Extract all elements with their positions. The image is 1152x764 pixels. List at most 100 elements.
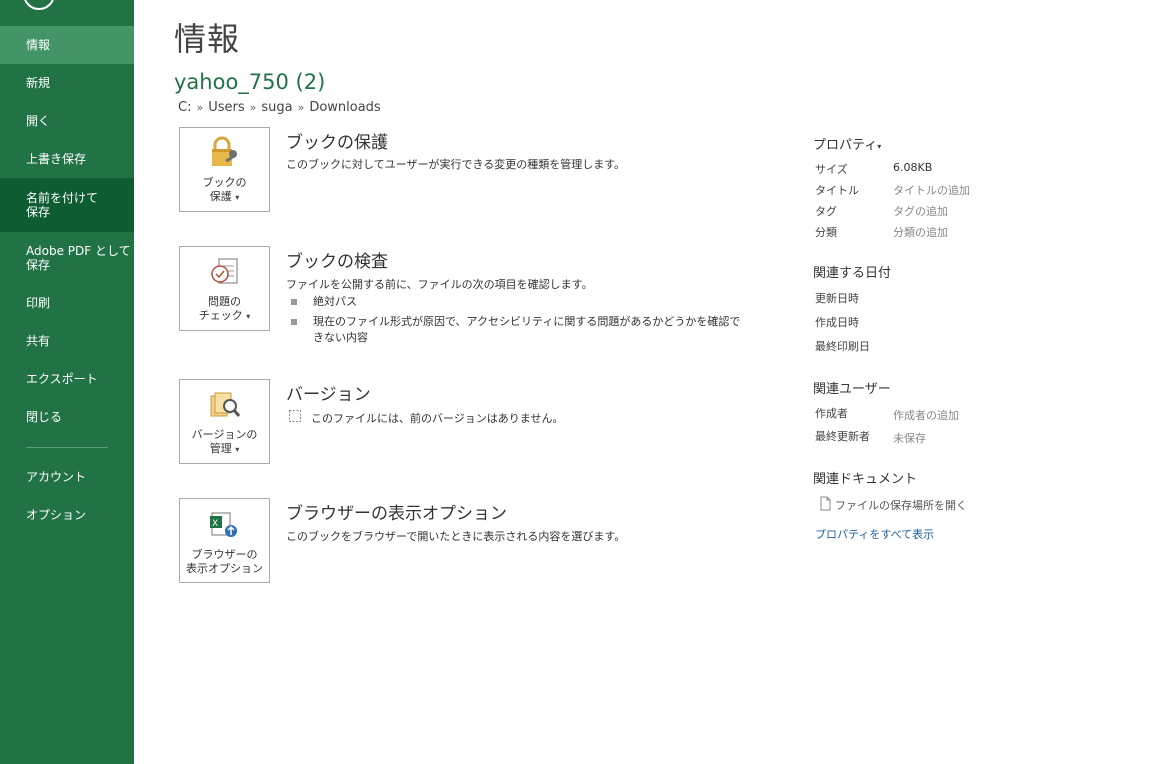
checklist-icon [209,257,241,291]
properties-heading: プロパティ [813,138,878,153]
versions-description: このファイルには、前のバージョンはありません。 [311,411,564,425]
breadcrumb-item[interactable]: Downloads [309,100,380,115]
nav-info-label: 情報 [26,38,51,52]
nav-save-as-label: 名前を付けて 保存 [26,191,99,219]
nav-save-adobe-pdf-label: Adobe PDF として 保存 [26,244,131,272]
protect-workbook-description: このブックに対してユーザーが実行できる変更の種類を管理します。 [286,158,626,171]
breadcrumb-item[interactable]: suga [261,100,292,115]
property-label: タグ [815,205,837,218]
nav-share[interactable]: 共有 [0,322,134,360]
document-icon [820,496,831,514]
protect-workbook-button-label: ブックの 保護 ▾ [203,176,247,205]
nav-close[interactable]: 閉じる [0,398,134,436]
dropdown-caret-icon: ▾ [246,312,251,321]
people-label: 最終更新者 [815,430,870,443]
open-file-location-label: ファイルの保存場所を開く [835,499,967,512]
author-input[interactable]: 作成者の追加 [893,407,959,423]
nav-save-adobe-pdf[interactable]: Adobe PDF として 保存 [0,234,134,282]
nav-save[interactable]: 上書き保存 [0,140,134,178]
dropdown-caret-icon: ▾ [235,193,240,202]
properties-dropdown[interactable]: プロパティ▾ [813,134,881,153]
protect-label-line1: ブックの [202,176,247,189]
versions-label-line1: バージョンの [191,428,258,441]
inspect-label-line2: チェック [198,309,243,322]
versions-magnifier-icon [208,390,242,424]
protect-label-line2: 保護 [209,190,232,203]
svg-text:X: X [212,519,218,529]
nav-export-label: エクスポート [26,372,98,386]
manage-versions-button[interactable]: バージョンの 管理 ▾ [179,379,270,464]
bullet-square-icon [291,319,297,325]
nav-open-label: 開く [26,114,51,128]
dropdown-caret-icon: ▾ [235,445,240,454]
document-dotted-icon [288,409,302,426]
versions-title: バージョン [286,385,371,405]
date-label: 最終印刷日 [815,340,870,353]
nav-print[interactable]: 印刷 [0,284,134,322]
back-button[interactable] [23,0,55,10]
inspect-workbook-title: ブックの検査 [286,252,388,272]
breadcrumb-item[interactable]: Users [208,100,244,115]
browser-view-options-description: このブックをブラウザーで開いたときに表示される内容を選びます。 [286,530,626,543]
nav-options[interactable]: オプション [0,496,134,534]
browser-view-options-title: ブラウザーの表示オプション [286,504,507,524]
property-tags-input[interactable]: タグの追加 [893,203,948,219]
check-for-issues-button[interactable]: 問題の チェック ▾ [179,246,270,331]
breadcrumb-item[interactable]: C: [178,100,191,115]
inspect-bullet-text: 絶対パス [313,295,357,308]
protect-workbook-title: ブックの保護 [286,133,388,153]
browser-label-line1: ブラウザーの [191,548,258,561]
browser-view-options-button[interactable]: X ブラウザーの 表示オプション [179,498,270,583]
inspect-label-line1: 問題の [207,295,241,308]
dropdown-caret-icon: ▾ [877,142,882,151]
nav-account[interactable]: アカウント [0,458,134,496]
browser-view-options-button-label: ブラウザーの 表示オプション [186,548,263,576]
nav-close-label: 閉じる [26,410,63,424]
inspect-workbook-description: ファイルを公開する前に、ファイルの次の項目を確認します。 [286,278,593,291]
sidebar-divider [26,447,108,448]
nav-new-label: 新規 [26,76,51,90]
nav-new[interactable]: 新規 [0,64,134,102]
inspect-bullet-text: 現在のファイル形式が原因で、アクセシビリティに関する問題があるかどうかを確認でき… [313,315,741,344]
property-label: タイトル [815,184,859,197]
date-label: 更新日時 [815,292,859,305]
nav-save-label: 上書き保存 [26,152,87,166]
bullet-square-icon [291,299,297,305]
nav-info[interactable]: 情報 [0,26,134,64]
manage-versions-button-label: バージョンの 管理 ▾ [192,428,258,457]
check-for-issues-button-label: 問題の チェック ▾ [199,295,251,324]
people-label: 作成者 [815,407,848,420]
lock-key-icon [208,136,242,172]
property-label: 分類 [815,226,837,239]
property-categories-input[interactable]: 分類の追加 [893,224,948,240]
inspect-bullet: 絶対パス [290,294,743,310]
protect-workbook-button[interactable]: ブックの 保護 ▾ [179,127,270,212]
nav-options-label: オプション [26,508,87,522]
property-label: サイズ [815,163,848,176]
nav-open[interactable]: 開く [0,102,134,140]
breadcrumb: C: » Users » suga » Downloads [178,100,381,115]
nav-share-label: 共有 [26,334,51,348]
breadcrumb-separator: » [196,101,204,114]
nav-print-label: 印刷 [26,296,51,310]
backstage-sidebar: 情報 新規 開く 上書き保存 名前を付けて 保存 Adobe PDF として 保… [0,0,134,764]
related-people-heading: 関連ユーザー [813,382,891,397]
related-documents-heading: 関連ドキュメント [813,472,918,487]
file-name: yahoo_750 (2) [174,70,326,94]
breadcrumb-separator: » [297,101,305,114]
last-modified-by-value: 未保存 [893,432,926,445]
versions-description-row: このファイルには、前のバージョンはありません。 [288,409,563,426]
related-dates-heading: 関連する日付 [813,266,892,281]
breadcrumb-separator: » [249,101,257,114]
nav-account-label: アカウント [26,470,87,484]
browser-label-line2: 表示オプション [186,562,263,575]
open-file-location-link[interactable]: ファイルの保存場所を開く [820,496,967,514]
excel-web-icon: X [208,510,242,544]
property-size-value: 6.08KB [893,161,933,174]
date-label: 作成日時 [815,316,859,329]
show-all-properties-link[interactable]: プロパティをすべて表示 [815,526,934,542]
nav-save-as[interactable]: 名前を付けて 保存 [0,178,134,232]
page-title: 情報 [174,20,241,58]
nav-export[interactable]: エクスポート [0,360,134,398]
property-title-input[interactable]: タイトルの追加 [893,182,970,198]
